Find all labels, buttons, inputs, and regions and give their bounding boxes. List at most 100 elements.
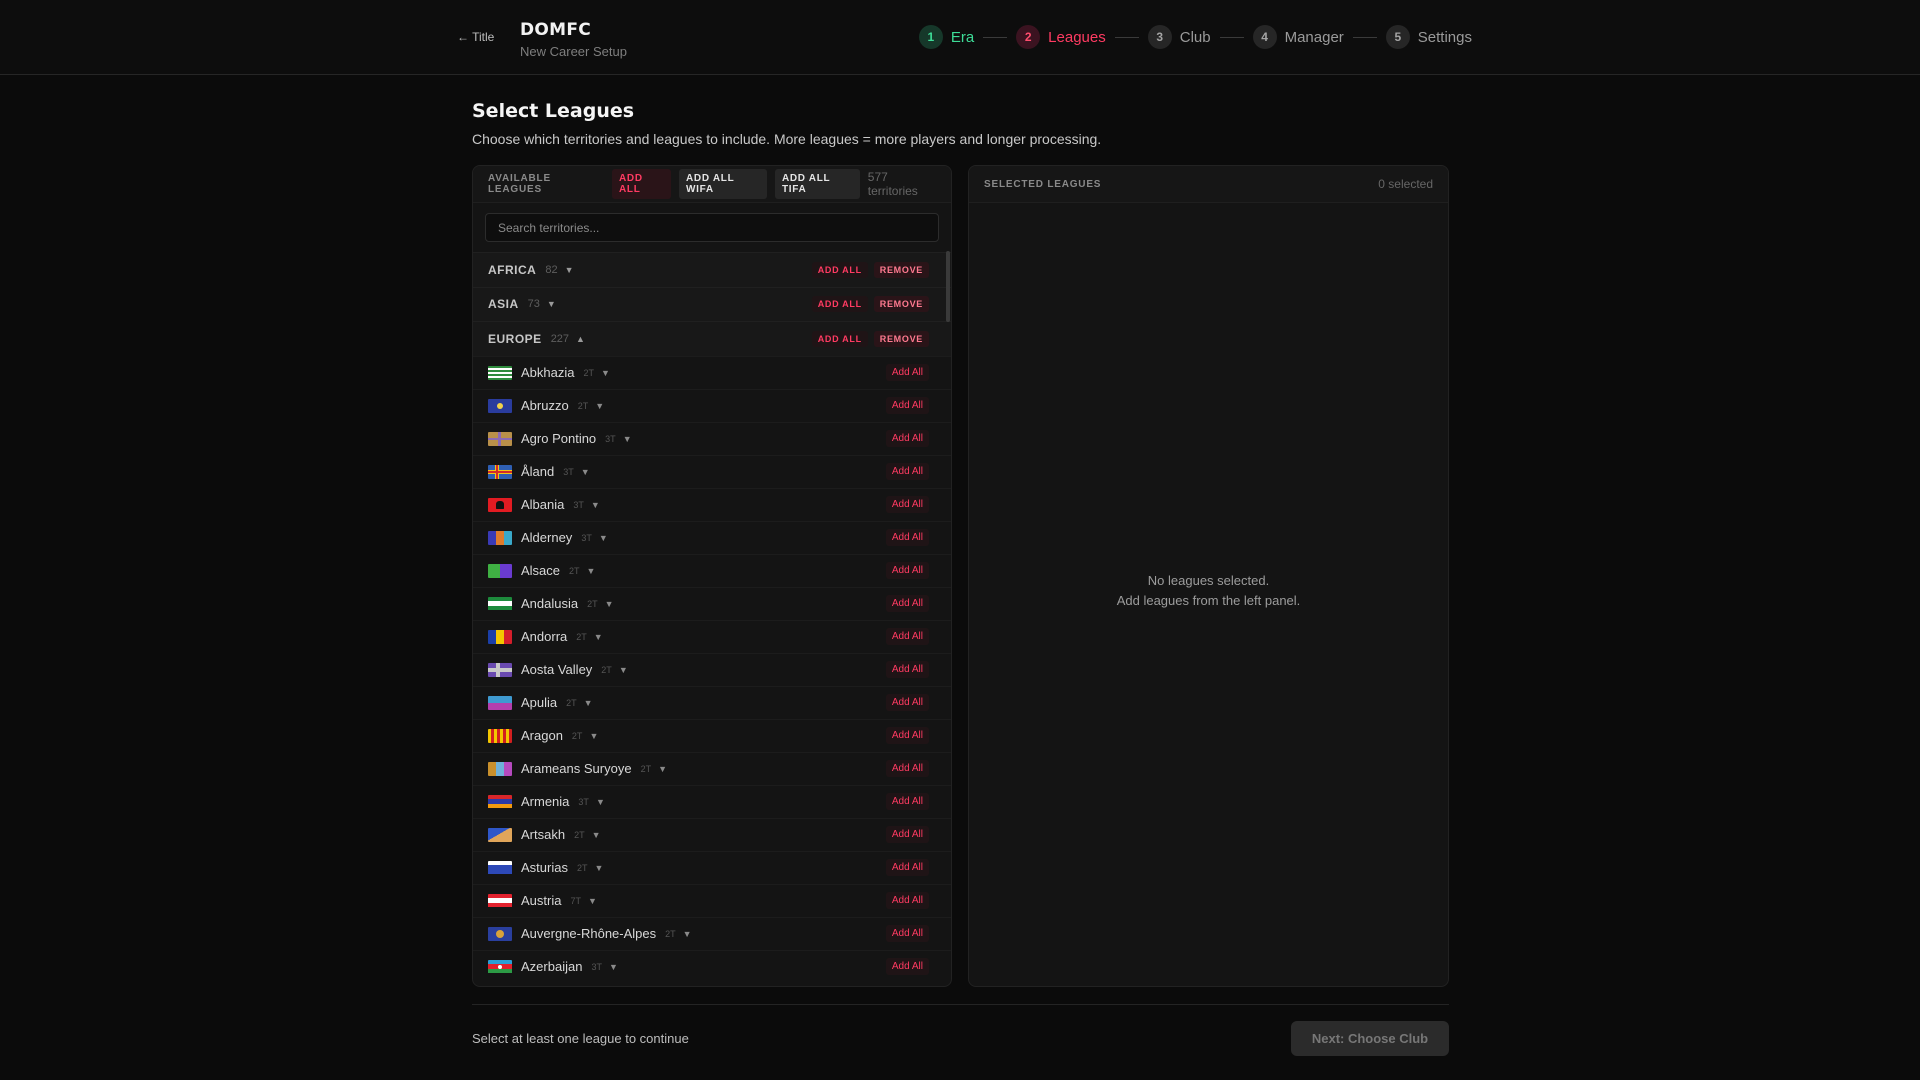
- territory-name: Arameans Suryoye: [521, 761, 632, 776]
- territory-add-all-button[interactable]: Add All: [885, 463, 929, 480]
- territory-row[interactable]: Alsace 2T ▼ Add All: [473, 553, 951, 587]
- step-connector: [1114, 36, 1139, 38]
- chevron-down-icon[interactable]: ▼: [599, 533, 608, 543]
- territory-add-all-button[interactable]: Add All: [885, 793, 929, 810]
- territory-row[interactable]: Austria 7T ▼ Add All: [473, 883, 951, 917]
- chevron-down-icon[interactable]: ▼: [596, 797, 605, 807]
- search-territories-input[interactable]: [485, 213, 939, 242]
- chevron-down-icon[interactable]: ▼: [565, 265, 574, 275]
- chevron-down-icon[interactable]: ▼: [601, 368, 610, 378]
- back-to-title-link[interactable]: ← Title: [457, 30, 494, 44]
- territory-row[interactable]: Artsakh 2T ▼ Add All: [473, 817, 951, 851]
- territory-row[interactable]: Abkhazia 2T ▼ Add All: [473, 355, 951, 389]
- add-all-button[interactable]: ADD ALL: [612, 169, 672, 199]
- territory-row[interactable]: Auvergne-Rhône-Alpes 2T ▼ Add All: [473, 916, 951, 950]
- chevron-down-icon[interactable]: ▼: [594, 632, 603, 642]
- tier-count: 2T: [576, 631, 587, 642]
- territory-add-all-button[interactable]: Add All: [885, 958, 929, 975]
- tier-count: 3T: [563, 466, 574, 477]
- chevron-down-icon[interactable]: ▼: [592, 830, 601, 840]
- chevron-up-icon[interactable]: ▲: [576, 334, 585, 344]
- territory-name: Abkhazia: [521, 365, 575, 380]
- region-row-europe[interactable]: EUROPE 227 ▲ ADD ALL REMOVE: [473, 321, 951, 356]
- territory-add-all-button[interactable]: Add All: [885, 430, 929, 447]
- territory-add-all-button[interactable]: Add All: [885, 694, 929, 711]
- chevron-down-icon[interactable]: ▼: [547, 299, 556, 309]
- step-leagues[interactable]: 2 Leagues: [1016, 25, 1106, 49]
- region-remove-button[interactable]: REMOVE: [873, 330, 929, 347]
- tier-count: 2T: [583, 367, 594, 378]
- chevron-down-icon[interactable]: ▼: [591, 500, 600, 510]
- territory-add-all-button[interactable]: Add All: [885, 496, 929, 513]
- territory-row[interactable]: Andalusia 2T ▼ Add All: [473, 586, 951, 620]
- tier-count: 2T: [665, 928, 676, 939]
- chevron-down-icon[interactable]: ▼: [623, 434, 632, 444]
- territory-row[interactable]: Arameans Suryoye 2T ▼ Add All: [473, 751, 951, 785]
- territory-add-all-button[interactable]: Add All: [885, 925, 929, 942]
- chevron-down-icon[interactable]: ▼: [581, 467, 590, 477]
- flag-icon: [488, 431, 512, 446]
- territory-add-all-button[interactable]: Add All: [885, 859, 929, 876]
- territory-add-all-button[interactable]: Add All: [885, 562, 929, 579]
- add-all-tifa-button[interactable]: ADD ALL TIFA: [774, 169, 860, 199]
- region-add-all-button[interactable]: ADD ALL: [811, 330, 868, 347]
- territory-row[interactable]: Armenia 3T ▼ Add All: [473, 784, 951, 818]
- territory-row[interactable]: Alderney 3T ▼ Add All: [473, 520, 951, 554]
- region-count: 82: [545, 263, 558, 276]
- region-row-asia[interactable]: ASIA 73 ▼ ADD ALL REMOVE: [473, 286, 951, 321]
- chevron-down-icon[interactable]: ▼: [589, 731, 598, 741]
- chevron-down-icon[interactable]: ▼: [584, 698, 593, 708]
- step-era[interactable]: 1 Era: [918, 25, 975, 49]
- selected-panel-header: SELECTED LEAGUES 0 selected: [969, 166, 1448, 203]
- territory-add-all-button[interactable]: Add All: [885, 364, 929, 381]
- next-choose-club-button[interactable]: Next: Choose Club: [1291, 1021, 1449, 1056]
- territory-add-all-button[interactable]: Add All: [885, 529, 929, 546]
- territory-add-all-button[interactable]: Add All: [885, 595, 929, 612]
- scrollbar-thumb[interactable]: [946, 251, 950, 322]
- region-add-all-button[interactable]: ADD ALL: [811, 296, 868, 313]
- territory-list[interactable]: AFRICA 82 ▼ ADD ALL REMOVE ASIA 73 ▼ ADD…: [473, 252, 951, 986]
- chevron-down-icon[interactable]: ▼: [595, 401, 604, 411]
- territory-add-all-button[interactable]: Add All: [885, 661, 929, 678]
- chevron-down-icon[interactable]: ▼: [587, 566, 596, 576]
- flag-icon: [488, 926, 512, 941]
- step-label: Era: [950, 28, 975, 46]
- territory-row[interactable]: Agro Pontino 3T ▼ Add All: [473, 421, 951, 455]
- chevron-down-icon[interactable]: ▼: [594, 863, 603, 873]
- chevron-down-icon[interactable]: ▼: [605, 599, 614, 609]
- step-club[interactable]: 3 Club: [1147, 25, 1211, 49]
- chevron-down-icon[interactable]: ▼: [588, 896, 597, 906]
- empty-state-line-2: Add leagues from the left panel.: [1116, 593, 1301, 608]
- territory-row[interactable]: Åland 3T ▼ Add All: [473, 454, 951, 488]
- step-manager[interactable]: 4 Manager: [1252, 25, 1344, 49]
- territory-row[interactable]: Abruzzo 2T ▼ Add All: [473, 388, 951, 422]
- territory-add-all-button[interactable]: Add All: [885, 760, 929, 777]
- territory-add-all-button[interactable]: Add All: [885, 397, 929, 414]
- territory-add-all-button[interactable]: Add All: [885, 892, 929, 909]
- add-all-wifa-button[interactable]: ADD ALL WIFA: [679, 169, 767, 199]
- step-settings[interactable]: 5 Settings: [1385, 25, 1472, 49]
- territory-row[interactable]: Aosta Valley 2T ▼ Add All: [473, 652, 951, 686]
- territory-row[interactable]: Aragon 2T ▼ Add All: [473, 718, 951, 752]
- page-description: Choose which territories and leagues to …: [472, 131, 1102, 147]
- chevron-down-icon[interactable]: ▼: [683, 929, 692, 939]
- region-row-africa[interactable]: AFRICA 82 ▼ ADD ALL REMOVE: [473, 252, 951, 287]
- region-remove-button[interactable]: REMOVE: [873, 261, 929, 278]
- territory-row[interactable]: Albania 3T ▼ Add All: [473, 487, 951, 521]
- chevron-down-icon[interactable]: ▼: [609, 962, 618, 972]
- territory-add-all-button[interactable]: Add All: [885, 628, 929, 645]
- chevron-down-icon[interactable]: ▼: [619, 665, 628, 675]
- territory-add-all-button[interactable]: Add All: [885, 727, 929, 744]
- step-number: 2: [1016, 25, 1041, 49]
- setup-stepper: 1 Era 2 Leagues 3 Club 4 Manager 5 Setti…: [918, 25, 1472, 49]
- region-add-all-button[interactable]: ADD ALL: [811, 261, 868, 278]
- chevron-down-icon[interactable]: ▼: [658, 764, 667, 774]
- territory-row[interactable]: Andorra 2T ▼ Add All: [473, 619, 951, 653]
- footer-divider: [472, 1004, 1449, 1005]
- territory-row[interactable]: Apulia 2T ▼ Add All: [473, 685, 951, 719]
- territory-row[interactable]: Asturias 2T ▼ Add All: [473, 850, 951, 884]
- region-remove-button[interactable]: REMOVE: [873, 296, 929, 313]
- territory-row[interactable]: Azerbaijan 3T ▼ Add All: [473, 949, 951, 983]
- territory-add-all-button[interactable]: Add All: [885, 826, 929, 843]
- empty-state-line-1: No leagues selected.: [1147, 573, 1270, 588]
